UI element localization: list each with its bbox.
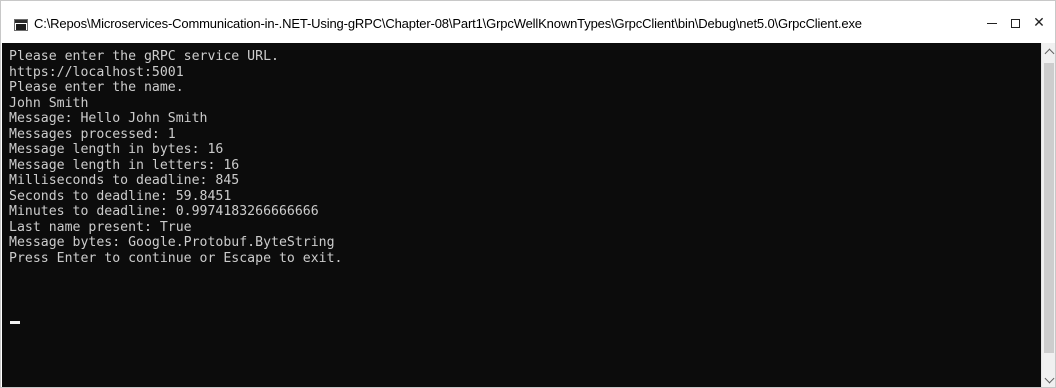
maximize-icon (1010, 18, 1020, 28)
console-lines: Please enter the gRPC service URL. https… (9, 49, 342, 266)
console-line: Seconds to deadline: 59.8451 (9, 188, 232, 204)
console-line: Message bytes: Google.Protobuf.ByteStrin… (9, 235, 335, 250)
console-app-icon[interactable] (14, 19, 28, 31)
scroll-up-button[interactable] (1042, 43, 1055, 59)
console-line: Message length in bytes: 16 (9, 142, 224, 157)
console-line: Minutes to deadline: 0.9974183266666666 (9, 204, 319, 219)
maximize-button[interactable] (1004, 13, 1026, 33)
vertical-scrollbar[interactable] (1041, 43, 1055, 387)
console-line: Press Enter to continue or Escape to exi… (9, 250, 343, 266)
chevron-up-icon (1044, 48, 1054, 58)
console-line: Message length in letters: 16 (9, 157, 240, 173)
close-icon: ✕ (1033, 15, 1045, 31)
minimize-button[interactable] (981, 13, 1003, 33)
chevron-down-icon (1044, 373, 1054, 383)
console-window: C:\Repos\Microservices-Communication-in-… (0, 0, 1056, 388)
console-line: John Smith (9, 95, 89, 111)
scroll-down-button[interactable] (1042, 372, 1055, 387)
console-line: Messages processed: 1 (9, 126, 176, 142)
console-line: Milliseconds to deadline: 845 (9, 173, 240, 188)
console-line: Please enter the name. (9, 80, 184, 95)
console-line: Message: Hello John Smith (9, 111, 208, 126)
console-line: https://localhost:5001 (9, 64, 184, 80)
scroll-thumb[interactable] (1044, 63, 1054, 353)
text-cursor (10, 321, 20, 324)
title-bar[interactable]: C:\Repos\Microservices-Communication-in-… (1, 1, 1055, 43)
close-button[interactable]: ✕ (1028, 13, 1050, 33)
minimize-icon (987, 23, 997, 24)
window-title: C:\Repos\Microservices-Communication-in-… (34, 16, 862, 31)
console-line: Please enter the gRPC service URL. (9, 49, 279, 64)
console-output[interactable]: Please enter the gRPC service URL. https… (2, 43, 1041, 387)
console-line: Last name present: True (9, 219, 192, 235)
